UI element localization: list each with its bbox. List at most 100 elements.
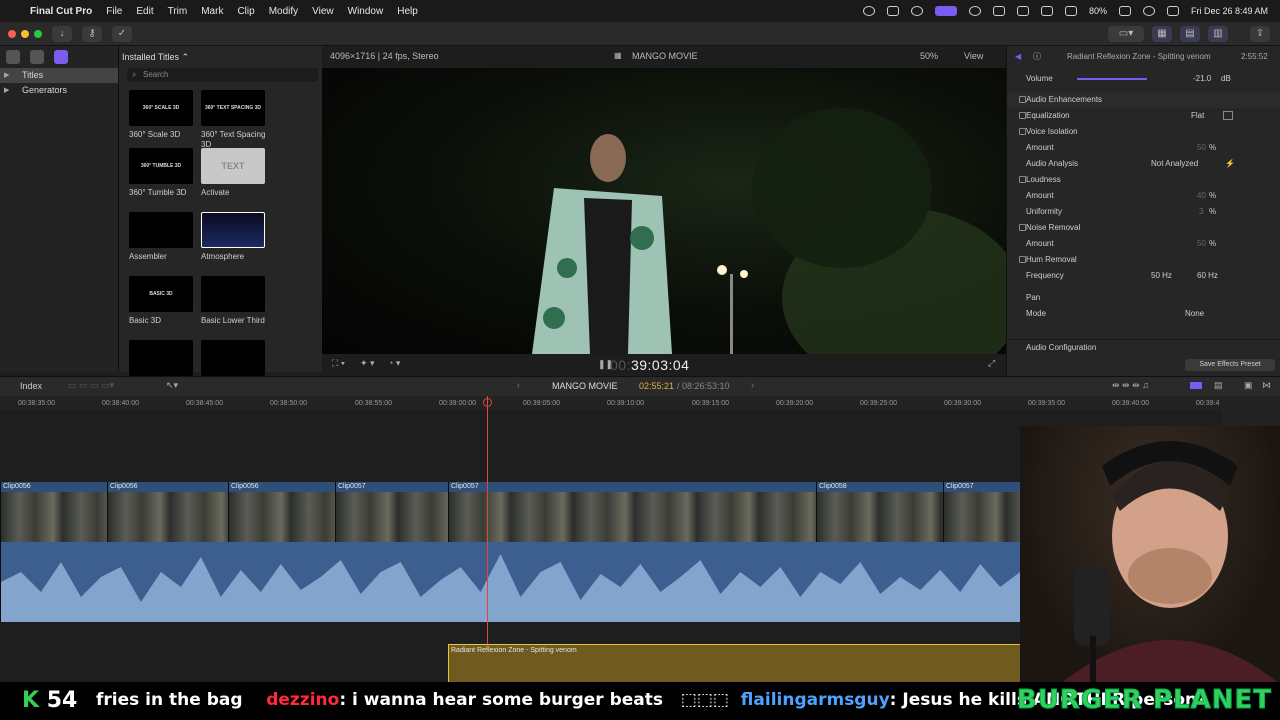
inspector-toggle-icon[interactable]: ▥: [1208, 26, 1228, 42]
voice-amount-value[interactable]: 50: [1197, 140, 1206, 156]
keywords-icon[interactable]: ⚷: [82, 26, 102, 42]
titles-generators-tab-icon[interactable]: [54, 50, 68, 64]
timeline-ruler[interactable]: 00:38:35:00 00:38:40:00 00:38:45:00 00:3…: [0, 396, 1222, 410]
fullscreen-icon[interactable]: ⤢: [988, 358, 995, 369]
loudness-amount-value[interactable]: 40: [1197, 188, 1206, 204]
disclosure-arrow-icon[interactable]: ▶: [4, 68, 9, 83]
noise-amount-value[interactable]: 50: [1197, 236, 1206, 252]
wifi-icon[interactable]: [1064, 6, 1077, 16]
play-icon[interactable]: [968, 6, 981, 16]
menu-mark[interactable]: Mark: [201, 6, 223, 17]
eq-graph-icon[interactable]: [1223, 111, 1233, 120]
pan-mode-popup[interactable]: None: [1185, 306, 1204, 322]
bluetooth-icon[interactable]: [1040, 6, 1053, 16]
freq-60-radio[interactable]: 60 Hz: [1197, 268, 1218, 284]
menu-window[interactable]: Window: [348, 6, 384, 17]
menu-edit[interactable]: Edit: [136, 6, 153, 17]
equalization-popup[interactable]: Flat: [1191, 108, 1204, 124]
video-clip[interactable]: Clip0057: [335, 482, 448, 546]
voice-isolation-checkbox[interactable]: [1019, 128, 1026, 135]
title-tile[interactable]: 360° SCALE 3D 360° Scale 3D: [129, 90, 201, 140]
photos-audio-tab-icon[interactable]: [30, 50, 44, 64]
info-inspector-icon[interactable]: ⓘ: [1033, 49, 1041, 65]
title-tile[interactable]: [129, 340, 201, 376]
zoom-window-button[interactable]: [34, 30, 42, 38]
sync-icon[interactable]: [910, 6, 923, 16]
libraries-tab-icon[interactable]: [6, 50, 20, 64]
title-tile[interactable]: Assembler: [129, 212, 201, 262]
volume-slider[interactable]: [1077, 78, 1147, 80]
equalization-checkbox[interactable]: [1019, 112, 1026, 119]
video-clip[interactable]: Clip0056: [228, 482, 335, 546]
video-clip[interactable]: Clip0058: [816, 482, 943, 546]
menu-clip[interactable]: Clip: [237, 6, 254, 17]
uniformity-value[interactable]: 3: [1199, 204, 1203, 220]
snapping-icon[interactable]: [1190, 382, 1202, 389]
clip-appearance-icon[interactable]: ▤: [1214, 380, 1223, 391]
timeline-project-name[interactable]: MANGO MOVIE: [552, 381, 618, 391]
title-tile[interactable]: TEXT Activate: [201, 148, 273, 198]
audio-enhancements-header[interactable]: Audio Enhancements: [1007, 92, 1280, 108]
volume-value[interactable]: -21.0: [1193, 71, 1211, 87]
menu-trim[interactable]: Trim: [168, 6, 188, 17]
zoom-popup[interactable]: 50%: [920, 51, 938, 61]
menu-view[interactable]: View: [312, 6, 334, 17]
video-clip[interactable]: Clip0057: [448, 482, 816, 546]
close-window-button[interactable]: [8, 30, 16, 38]
video-frame[interactable]: [322, 68, 1006, 354]
title-tile[interactable]: 360° TUMBLE 3D 360° Tumble 3D: [129, 148, 201, 198]
history-back-icon[interactable]: ‹: [517, 380, 520, 390]
search-input[interactable]: ⌕ Search: [127, 68, 318, 82]
transitions-browser-icon[interactable]: ⋈: [1262, 380, 1271, 391]
title-tile[interactable]: [201, 340, 273, 376]
screen-share-icon[interactable]: [934, 6, 957, 16]
sidebar-item-generators[interactable]: ▶ Generators: [0, 83, 118, 98]
title-tile[interactable]: BASIC 3D Basic 3D: [129, 276, 201, 326]
menu-help[interactable]: Help: [397, 6, 418, 17]
share-icon[interactable]: ⇪: [1250, 26, 1270, 42]
loudness-checkbox[interactable]: [1019, 176, 1026, 183]
background-tasks-icon[interactable]: ✓: [112, 26, 132, 42]
enhance-icon[interactable]: ✦ ▾: [360, 358, 375, 369]
select-tool-icon[interactable]: ↖▾: [166, 380, 178, 391]
video-clip[interactable]: Clip0056: [0, 482, 107, 546]
search-icon[interactable]: [1142, 6, 1155, 16]
workspace-menu[interactable]: ▭▾: [1108, 26, 1144, 42]
minimize-window-button[interactable]: [21, 30, 29, 38]
display-icon[interactable]: [1016, 6, 1029, 16]
menubar-clock[interactable]: Fri Dec 26 8:49 AM: [1191, 6, 1268, 16]
transform-icon[interactable]: ⛶ ▾: [332, 358, 345, 369]
title-tile[interactable]: 360° TEXT SPACING 3D 360° Text Spacing 3…: [201, 90, 273, 150]
sidebar-item-titles[interactable]: ▶ Titles: [0, 68, 118, 83]
volume-icon[interactable]: [992, 6, 1005, 16]
title-tile-selected[interactable]: Atmosphere: [201, 212, 273, 262]
index-button[interactable]: Index: [18, 381, 44, 391]
save-effects-preset-button[interactable]: Save Effects Preset: [1185, 359, 1275, 371]
menu-file[interactable]: File: [106, 6, 122, 17]
title-clip[interactable]: Radiant Reflexion Zone - Spitting venom: [448, 644, 1048, 684]
installed-titles-popup[interactable]: Installed Titles ⌃: [119, 46, 322, 68]
view-popup[interactable]: View: [964, 51, 983, 61]
control-center-icon[interactable]: [1166, 6, 1179, 16]
disclosure-arrow-icon[interactable]: ▶: [4, 83, 9, 98]
app-menu[interactable]: Final Cut Pro: [30, 6, 92, 17]
menu-modify[interactable]: Modify: [269, 6, 298, 17]
freq-50-radio[interactable]: 50 Hz: [1151, 268, 1172, 284]
video-clip[interactable]: Clip0056: [107, 482, 228, 546]
analyze-wand-icon[interactable]: ⚡: [1225, 156, 1235, 172]
browser-toggle-icon[interactable]: ▦: [1152, 26, 1172, 42]
keyboard-icon[interactable]: [886, 6, 899, 16]
import-icon[interactable]: ↓: [52, 26, 72, 42]
playhead[interactable]: [483, 396, 492, 682]
title-tile[interactable]: Basic Lower Third: [201, 276, 273, 326]
hum-removal-checkbox[interactable]: [1019, 256, 1026, 263]
effects-browser-icon[interactable]: ▣: [1244, 380, 1253, 391]
history-forward-icon[interactable]: ›: [751, 380, 754, 390]
audio-inspector-icon[interactable]: ◀: [1015, 49, 1021, 65]
battery-icon[interactable]: [1118, 6, 1131, 16]
edit-tools-icons[interactable]: ▭ ▭ ▭ ▭▾: [68, 380, 114, 391]
noise-removal-checkbox[interactable]: [1019, 224, 1026, 231]
speed-icon[interactable]: ◔ ▾: [388, 358, 400, 369]
playhead-marker[interactable]: [483, 398, 492, 407]
skimming-icons[interactable]: ⇹ ⇹ ⇹ ♫: [1112, 380, 1149, 391]
